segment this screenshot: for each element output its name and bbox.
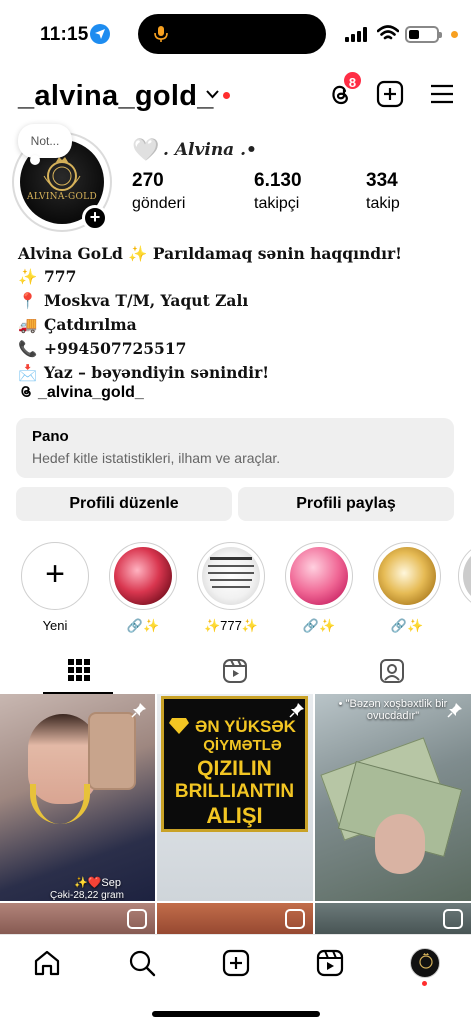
highlight-label: Yeni	[42, 618, 68, 633]
add-story-button[interactable]: +	[82, 205, 108, 231]
highlight-label: 🔗✨	[302, 618, 336, 633]
threads-badge: 8	[342, 70, 363, 91]
threads-handle: _alvina_gold_	[38, 384, 144, 401]
gold-buying-sign: ƏN YÜKSƏK QİYMƏTLƏ QIZILIN BRILLIANTIN A…	[161, 696, 308, 832]
highlight-item[interactable]: 🔗✨	[372, 542, 442, 634]
bio-line: 📩 Yaz – bəyəndiyin sənindir!	[18, 361, 458, 385]
heart-icon: 🤍	[132, 137, 160, 162]
stat-followers-label: takipçi	[254, 195, 300, 212]
dashboard-title: Pano	[32, 428, 69, 445]
bottom-navigation	[0, 934, 471, 1024]
home-indicator[interactable]	[152, 1011, 320, 1017]
highlight-item[interactable]: ✨777✨	[196, 542, 266, 634]
create-new-icon[interactable]	[376, 80, 404, 108]
truck-icon: 🚚	[18, 316, 38, 334]
status-bar: 11:15	[0, 0, 471, 60]
envelope-icon: 📩	[18, 364, 38, 382]
username-switcher[interactable]: _alvina_gold_	[18, 80, 214, 113]
mic-indicator-dot	[451, 31, 458, 38]
tab-tagged[interactable]	[314, 648, 471, 694]
create-post-icon[interactable]	[222, 949, 250, 977]
threads-profile-link[interactable]: _alvina_gold_	[18, 383, 144, 402]
battery-icon	[405, 26, 442, 43]
stat-posts-value: 270	[132, 170, 164, 191]
diamond-icon	[169, 718, 189, 734]
reels-icon	[223, 659, 247, 683]
reels-icon	[285, 909, 305, 929]
profile-note-bubble[interactable]: Not...	[18, 124, 72, 165]
post-tile[interactable]	[0, 903, 155, 934]
post-caption: • "Bəzən xoşbəxtlik bir ovucdadır"	[338, 698, 448, 722]
tagged-icon	[380, 659, 404, 683]
reels-nav-icon[interactable]	[316, 949, 344, 977]
profile-nav-avatar[interactable]	[410, 948, 440, 978]
highlight-label: 🔗✨	[390, 618, 424, 633]
pin-icon	[131, 703, 146, 718]
sparkles-icon: ✨	[18, 268, 38, 286]
battery-level	[409, 30, 419, 39]
post-tile[interactable]	[157, 903, 313, 934]
bio-line: 📍 Moskva T/M, Yaqut Zalı	[18, 289, 458, 313]
wifi-icon	[377, 25, 399, 40]
edit-profile-button[interactable]: Profili düzenle	[16, 487, 232, 521]
highlight-label: 🔗✨	[126, 618, 160, 633]
posts-grid: ✨❤️Sep Çəki-28,22 gram ƏN YÜKSƏK QİYMƏTL…	[0, 694, 471, 934]
stat-following-label: takip	[366, 195, 400, 212]
profile-tabs	[0, 648, 471, 694]
bio-line: Alvina GoLd ✨ Parıldamaq sənin haqqındır…	[18, 244, 402, 263]
bio-line[interactable]: 📞 +994507725517	[18, 337, 458, 361]
stat-following-value: 334	[366, 170, 398, 191]
stat-following[interactable]: 334 takip	[366, 170, 400, 213]
location-arrow-icon	[90, 24, 110, 44]
reels-icon	[127, 909, 147, 929]
share-profile-button[interactable]: Profili paylaş	[238, 487, 454, 521]
profile-notification-dot	[422, 981, 427, 986]
post-tile[interactable]: ✨❤️Sep Çəki-28,22 gram	[0, 694, 155, 901]
phone-icon: 📞	[18, 340, 38, 358]
full-name: . Alvina .•	[163, 140, 257, 160]
stat-posts-label: gönderi	[132, 195, 186, 212]
bio: Alvina GoLd ✨ Parıldamaq sənin haqqındır…	[18, 242, 458, 385]
highlight-new[interactable]: + Yeni	[20, 542, 90, 633]
post-tile[interactable]: • "Bəzən xoşbəxtlik bir ovucdadır"	[315, 694, 471, 901]
tab-reels[interactable]	[157, 648, 314, 694]
search-icon[interactable]	[128, 949, 156, 977]
microphone-icon	[154, 26, 168, 42]
stat-posts[interactable]: 270 gönderi	[132, 170, 185, 213]
pin-icon	[447, 703, 462, 718]
chevron-down-icon[interactable]	[206, 90, 219, 99]
avatar-text: ALVINA-GOLD	[27, 192, 97, 202]
post-tile[interactable]	[315, 903, 471, 934]
highlight-item[interactable]: 🔗✨	[284, 542, 354, 634]
highlight-item[interactable]: 🔗✨	[108, 542, 178, 634]
grid-icon	[68, 659, 90, 681]
post-caption: Çəki-28,22 gram	[50, 890, 124, 901]
professional-dashboard[interactable]: Pano Hedef kitle istatistikleri, ilham v…	[16, 418, 454, 478]
post-caption: ✨❤️Sep	[74, 877, 121, 889]
pin-icon: 📍	[18, 292, 38, 310]
status-time: 11:15	[40, 24, 89, 45]
bio-line: ✨ 777	[18, 265, 458, 289]
home-icon[interactable]	[33, 949, 61, 977]
tab-grid[interactable]	[0, 648, 157, 694]
dynamic-island	[138, 14, 326, 54]
stat-followers[interactable]: 6.130 takipçi	[254, 170, 302, 213]
highlight-label: ✨777✨	[203, 618, 259, 633]
post-tile[interactable]: ƏN YÜKSƏK QİYMƏTLƏ QIZILIN BRILLIANTIN A…	[157, 694, 313, 901]
stat-followers-value: 6.130	[254, 170, 302, 191]
reels-icon	[443, 909, 463, 929]
menu-icon[interactable]	[428, 80, 456, 108]
threads-small-icon	[21, 386, 31, 398]
account-notification-dot	[223, 92, 230, 99]
cellular-signal-icon	[345, 27, 367, 42]
bio-line: 🚚 Çatdırılma	[18, 313, 458, 337]
profile-header: _alvina_gold_	[0, 72, 471, 118]
plus-icon: +	[45, 555, 65, 593]
pin-icon	[289, 703, 304, 718]
dashboard-subtitle: Hedef kitle istatistikleri, ilham ve ara…	[32, 450, 281, 466]
highlight-item-partial[interactable]	[458, 542, 471, 610]
